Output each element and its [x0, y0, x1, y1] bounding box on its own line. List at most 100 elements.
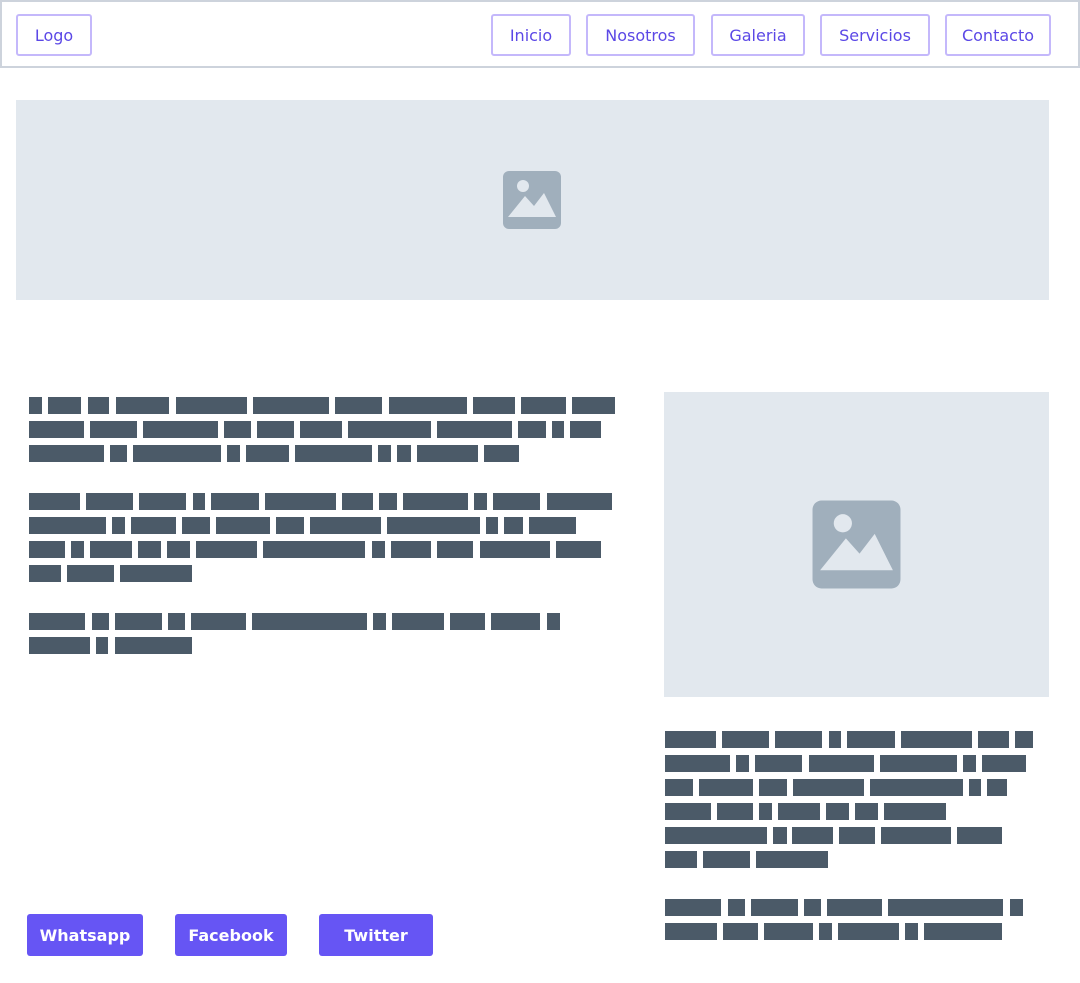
text-placeholder-word	[29, 493, 80, 510]
text-placeholder-word	[29, 565, 61, 582]
twitter-button[interactable]: Twitter	[319, 914, 433, 956]
text-placeholder-word	[529, 517, 576, 534]
text-placeholder-word	[504, 517, 523, 534]
text-placeholder-word	[901, 731, 972, 748]
text-line	[29, 541, 601, 558]
facebook-button[interactable]: Facebook	[175, 914, 287, 956]
text-placeholder-word	[437, 541, 473, 558]
text-placeholder-word	[216, 517, 270, 534]
text-placeholder-word	[176, 397, 247, 414]
text-placeholder-word	[751, 899, 798, 916]
text-placeholder-word	[665, 803, 711, 820]
text-placeholder-word	[493, 493, 540, 510]
text-placeholder-word	[474, 493, 487, 510]
text-placeholder-word	[224, 421, 251, 438]
text-placeholder-word	[755, 755, 802, 772]
text-placeholder-word	[387, 517, 480, 534]
side-image	[664, 392, 1049, 697]
text-placeholder-word	[665, 923, 717, 940]
text-placeholder-word	[29, 613, 85, 630]
text-placeholder-word	[775, 731, 822, 748]
text-placeholder-word	[665, 827, 767, 844]
text-placeholder-word	[665, 851, 697, 868]
text-placeholder-word	[728, 899, 745, 916]
text-placeholder-word	[372, 541, 385, 558]
text-placeholder-word	[572, 397, 615, 414]
text-placeholder-word	[450, 613, 485, 630]
text-placeholder-word	[804, 899, 821, 916]
whatsapp-button[interactable]: Whatsapp	[27, 914, 143, 956]
text-placeholder-word	[115, 613, 162, 630]
nav-item-servicios[interactable]: Servicios	[820, 14, 930, 56]
text-placeholder-word	[90, 541, 132, 558]
text-placeholder-word	[300, 421, 342, 438]
text-placeholder-word	[257, 421, 294, 438]
text-line	[665, 779, 1007, 796]
text-line	[29, 421, 601, 438]
text-placeholder-word	[793, 779, 864, 796]
text-placeholder-word	[759, 803, 772, 820]
text-line	[665, 827, 1002, 844]
nav-item-nosotros[interactable]: Nosotros	[586, 14, 695, 56]
text-placeholder-word	[809, 755, 874, 772]
logo-button[interactable]: Logo	[16, 14, 92, 56]
nav-item-contacto[interactable]: Contacto	[945, 14, 1051, 56]
text-placeholder-word	[193, 493, 205, 510]
text-placeholder-word	[116, 397, 169, 414]
text-placeholder-word	[723, 923, 758, 940]
text-placeholder-word	[227, 445, 240, 462]
text-placeholder-word	[182, 517, 210, 534]
text-placeholder-word	[397, 445, 411, 462]
nav-item-inicio[interactable]: Inicio	[491, 14, 571, 56]
text-placeholder-word	[252, 613, 367, 630]
text-placeholder-word	[211, 493, 259, 510]
text-placeholder-word	[888, 899, 1003, 916]
text-placeholder-word	[978, 731, 1009, 748]
nav-item-galeria[interactable]: Galeria	[711, 14, 805, 56]
navbar: Logo Inicio Nosotros Galeria Servicios C…	[0, 0, 1080, 68]
text-placeholder-word	[547, 493, 612, 510]
text-placeholder-word	[348, 421, 431, 438]
text-placeholder-word	[829, 731, 841, 748]
text-placeholder-word	[167, 541, 190, 558]
text-placeholder-word	[665, 779, 693, 796]
text-placeholder-word	[699, 779, 753, 796]
text-placeholder-word	[379, 493, 397, 510]
text-line	[29, 445, 519, 462]
text-line	[665, 923, 1002, 940]
text-placeholder-word	[133, 445, 221, 462]
text-placeholder-word	[773, 827, 787, 844]
text-placeholder-word	[957, 827, 1002, 844]
text-placeholder-word	[987, 779, 1007, 796]
text-line	[29, 565, 192, 582]
text-placeholder-word	[373, 613, 386, 630]
text-placeholder-word	[29, 517, 106, 534]
text-placeholder-word	[486, 517, 498, 534]
text-line	[29, 493, 612, 510]
text-placeholder-word	[905, 923, 918, 940]
text-placeholder-word	[71, 541, 84, 558]
text-placeholder-word	[138, 541, 161, 558]
text-placeholder-word	[556, 541, 601, 558]
text-placeholder-word	[437, 421, 512, 438]
text-placeholder-word	[982, 755, 1026, 772]
text-placeholder-word	[792, 827, 833, 844]
text-placeholder-word	[1015, 731, 1033, 748]
text-placeholder-word	[389, 397, 467, 414]
text-placeholder-word	[265, 493, 336, 510]
text-placeholder-word	[924, 923, 1002, 940]
text-line	[665, 803, 946, 820]
text-placeholder-word	[403, 493, 468, 510]
text-placeholder-word	[392, 613, 444, 630]
text-placeholder-word	[295, 445, 372, 462]
text-placeholder-word	[838, 923, 899, 940]
text-placeholder-word	[884, 803, 946, 820]
text-placeholder-word	[665, 755, 730, 772]
text-placeholder-word	[310, 517, 381, 534]
text-placeholder-word	[168, 613, 185, 630]
text-placeholder-word	[143, 421, 218, 438]
text-line	[29, 397, 615, 414]
text-placeholder-word	[717, 803, 753, 820]
text-line	[665, 899, 1023, 916]
text-placeholder-word	[417, 445, 478, 462]
